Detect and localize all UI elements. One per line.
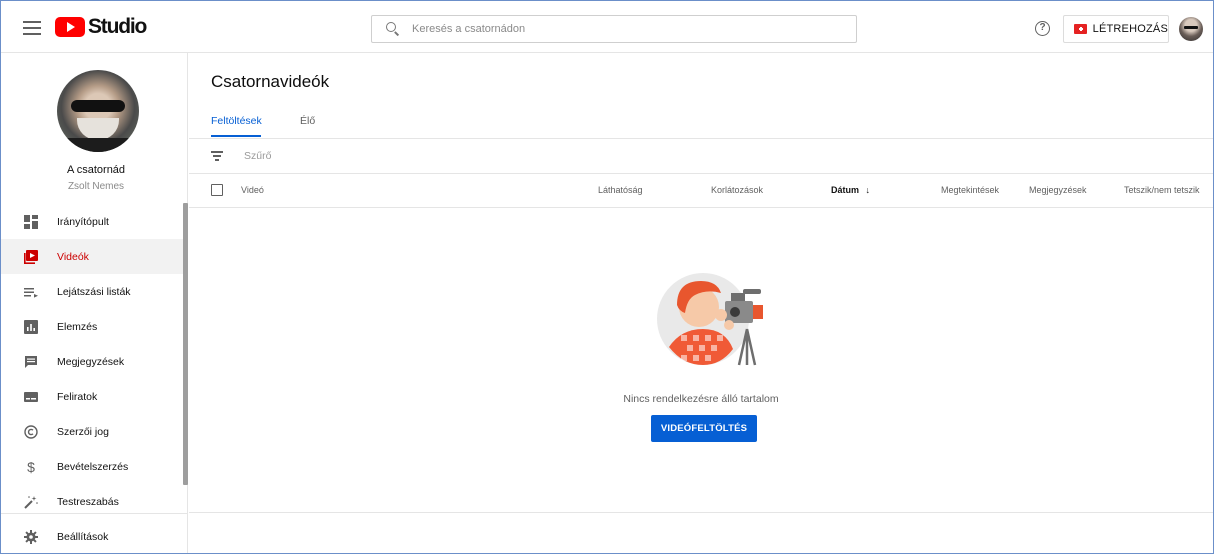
filter-divider [189,173,1213,174]
sidebar-item-label: Megjegyzések [57,355,125,368]
page-title: Csatornavideók [211,72,330,91]
filter-icon[interactable] [211,151,223,161]
search-icon[interactable] [386,22,400,36]
sidebar-item-monetization[interactable]: $ Bevételszerzés [1,449,183,484]
sidebar-item-label: Videók [57,250,89,263]
playlists-icon [24,285,38,299]
filter-input[interactable]: Szűrő [244,150,271,162]
tab-uploads[interactable]: Feltöltések [211,115,262,127]
sidebar-divider [1,513,188,514]
dashboard-icon [24,214,38,229]
search-input[interactable] [412,23,832,35]
sidebar-item-copyright[interactable]: Szerzői jog [1,414,183,449]
column-header-views[interactable]: Megtekintések [941,185,999,195]
sidebar-item-settings[interactable]: Beállítások [1,521,188,553]
sidebar-item-label: Testreszabás [57,495,119,508]
sidebar-item-label: Lejátszási listák [57,285,131,298]
create-video-icon [1074,24,1087,34]
main-content: Csatornavideók Feltöltések Élő Szűrő Vid… [189,53,1213,553]
sidebar-item-label: Beállítások [57,531,109,543]
sidebar-item-comments[interactable]: Megjegyzések [1,344,183,379]
monetization-icon: $ [24,460,38,474]
sidebar: A csatornád Zsolt Nemes Irányítópult Vid… [1,53,188,553]
channel-title: A csatornád [66,164,126,176]
studio-logo[interactable]: Studio [55,15,147,39]
help-icon[interactable]: ? [1035,21,1050,36]
empty-state-text: Nincs rendelkezésre álló tartalom [623,393,779,405]
upload-video-button[interactable]: VIDEÓFELTÖLTÉS [651,415,757,442]
column-header-date-label: Dátum [831,185,860,195]
active-tab-indicator [211,135,261,137]
column-header-restrictions[interactable]: Korlátozások [711,185,763,195]
select-all-checkbox[interactable] [211,184,223,196]
sidebar-item-label: Bevételszerzés [57,460,129,473]
header-row-divider [189,207,1213,208]
sidebar-item-analytics[interactable]: Elemzés [1,309,183,344]
sidebar-item-playlists[interactable]: Lejátszási listák [1,274,183,309]
copyright-icon [24,424,38,439]
sidebar-item-subtitles[interactable]: Feliratok [1,379,183,414]
analytics-icon [24,319,38,334]
logo-text: Studio [88,15,147,38]
sidebar-item-label: Elemzés [57,320,98,333]
channel-name: Zsolt Nemes [67,181,125,192]
youtube-play-icon [55,17,85,37]
svg-text:$: $ [27,460,35,474]
sidebar-item-label: Feliratok [57,390,98,403]
sidebar-nav: Irányítópult Videók Lejátszási listák El… [1,204,183,519]
create-button[interactable]: LÉTREHOZÁS [1063,15,1169,43]
search-box[interactable] [371,15,857,43]
tabs-divider [189,138,1213,139]
channel-avatar[interactable] [57,70,139,152]
videos-icon [24,249,38,264]
tab-live[interactable]: Élő [300,115,315,127]
sidebar-item-dashboard[interactable]: Irányítópult [1,204,183,239]
sidebar-item-videos[interactable]: Videók [1,239,183,274]
sidebar-item-label: Szerzői jog [57,425,109,438]
column-header-comments[interactable]: Megjegyzések [1029,185,1087,195]
subtitles-icon [24,390,38,404]
sidebar-item-label: Irányítópult [57,215,109,228]
gear-icon [24,530,38,544]
sidebar-scrollbar[interactable] [183,203,188,485]
column-header-likes[interactable]: Tetszik/nem tetszik [1124,185,1200,195]
column-header-visibility[interactable]: Láthatóság [598,185,643,195]
comments-icon [24,355,38,369]
top-bar: Studio ? LÉTREHOZÁS [1,1,1213,53]
footer-divider [189,512,1213,513]
empty-state-illustration [651,269,773,372]
create-label: LÉTREHOZÁS [1092,23,1168,35]
column-header-video[interactable]: Videó [241,185,264,195]
arrow-down-icon: ↓ [865,185,871,195]
menu-icon[interactable] [23,21,41,35]
column-header-date[interactable]: Dátum ↓ [831,185,870,195]
account-avatar[interactable] [1179,17,1203,41]
customization-icon [24,495,38,509]
